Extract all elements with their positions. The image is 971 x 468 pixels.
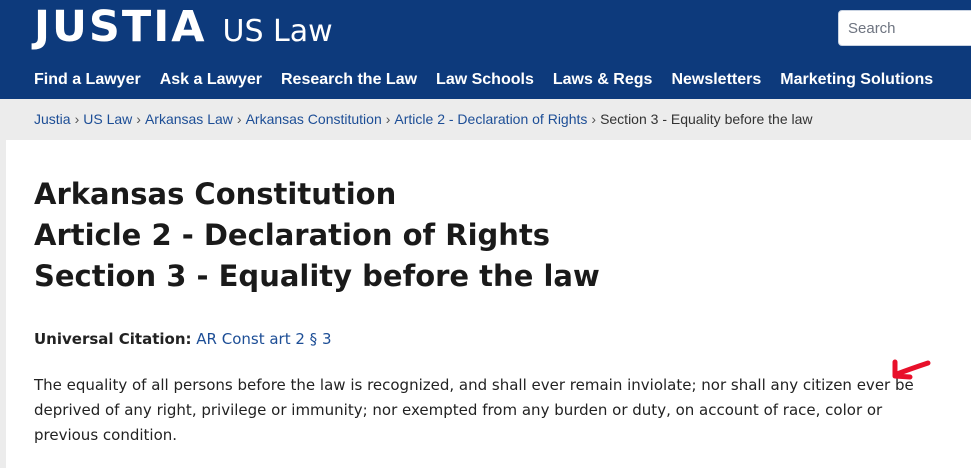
nav-laws-and-regs[interactable]: Laws & Regs (553, 70, 653, 90)
citation-label: Universal Citation: (34, 330, 192, 348)
search-box (838, 10, 971, 46)
universal-citation: Universal Citation: AR Const art 2 § 3 (34, 330, 332, 348)
breadcrumb: Justia › US Law › Arkansas Law › Arkansas Cons… (34, 111, 813, 127)
breadcrumb-us-law[interactable]: US Law (83, 111, 132, 127)
breadcrumb-separator: › (236, 111, 242, 127)
nav-research-the-law[interactable]: Research the Law (281, 70, 417, 90)
breadcrumb-current: Section 3 - Equality before the law (600, 111, 813, 127)
nav-ask-a-lawyer[interactable]: Ask a Lawyer (160, 70, 262, 90)
title-line-constitution: Arkansas Constitution (34, 177, 397, 211)
citation-link[interactable]: AR Const art 2 § 3 (196, 330, 331, 348)
title-line-article: Article 2 - Declaration of Rights (34, 218, 551, 252)
nav-newsletters[interactable]: Newsletters (671, 70, 761, 90)
breadcrumb-article-2[interactable]: Article 2 - Declaration of Rights (394, 111, 587, 127)
justia-logo[interactable]: JUSTIA US Law (34, 4, 333, 50)
nav-marketing-solutions[interactable]: Marketing Solutions (780, 70, 933, 90)
search-input[interactable] (839, 11, 971, 45)
breadcrumb-separator: › (591, 111, 597, 127)
breadcrumb-arkansas-constitution[interactable]: Arkansas Constitution (246, 111, 382, 127)
site-header: JUSTIA US Law Find a Lawyer Ask a Lawyer… (0, 0, 971, 99)
nav-law-schools[interactable]: Law Schools (436, 70, 534, 90)
logo-section-label: US Law (222, 14, 333, 49)
nav-find-a-lawyer[interactable]: Find a Lawyer (34, 70, 141, 90)
breadcrumb-arkansas-law[interactable]: Arkansas Law (145, 111, 233, 127)
breadcrumb-separator: › (385, 111, 391, 127)
breadcrumb-justia[interactable]: Justia (34, 111, 71, 127)
logo-wordmark: JUSTIA (34, 2, 207, 52)
title-line-section: Section 3 - Equality before the law (34, 259, 600, 293)
red-arrow-icon (892, 359, 931, 380)
section-text: The equality of all persons before the l… (34, 376, 914, 444)
breadcrumb-separator: › (136, 111, 141, 127)
main-nav: Find a Lawyer Ask a Lawyer Research the … (34, 70, 952, 90)
page-title: Arkansas Constitution Article 2 - Declar… (34, 174, 600, 297)
breadcrumb-separator: › (74, 111, 80, 127)
